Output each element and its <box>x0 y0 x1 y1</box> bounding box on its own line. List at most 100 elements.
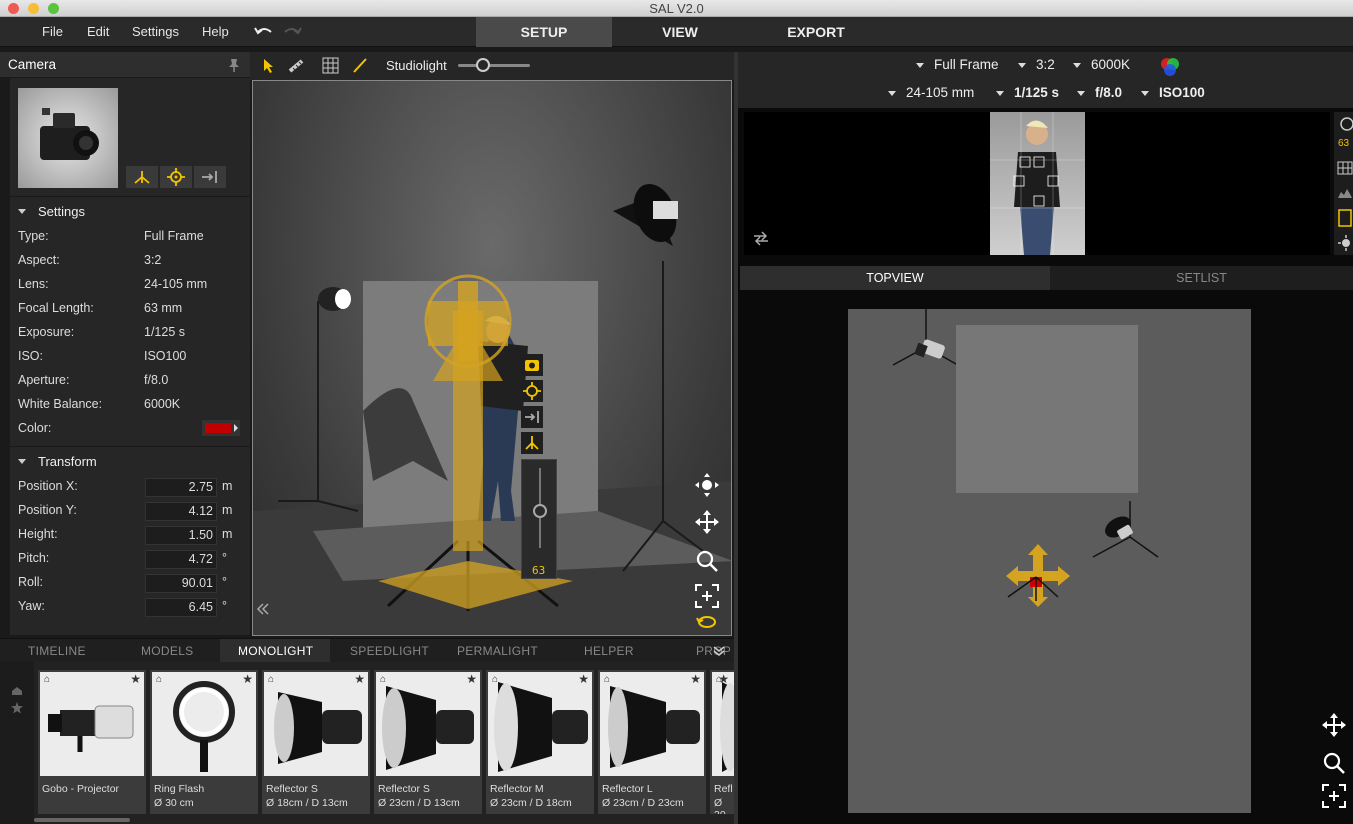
tab-speedlight[interactable]: SPEEDLIGHT <box>350 644 429 658</box>
setting-value[interactable]: 3:2 <box>144 253 161 267</box>
tab-topview[interactable]: TOPVIEW <box>740 266 1050 290</box>
topview-canvas[interactable] <box>848 309 1251 813</box>
star-icon[interactable]: ★ <box>242 672 253 686</box>
grid-overlay-icon[interactable] <box>1336 160 1353 176</box>
aspect-select[interactable]: 3:2 <box>1018 57 1055 72</box>
tab-view[interactable]: VIEW <box>612 17 748 47</box>
redo-icon[interactable] <box>282 25 302 39</box>
circle-icon[interactable] <box>1337 116 1353 132</box>
gizmo-tripod-button[interactable] <box>521 432 543 454</box>
transform-input[interactable]: 4.12 <box>145 502 217 521</box>
camera-action-2[interactable] <box>160 166 192 188</box>
transform-input[interactable]: 1.50 <box>145 526 217 545</box>
color-wheel-icon[interactable] <box>1159 56 1181 78</box>
line-tool-icon[interactable] <box>352 57 368 74</box>
menu-edit[interactable]: Edit <box>87 24 109 39</box>
menu-file[interactable]: File <box>42 24 63 39</box>
setting-value[interactable]: 24-105 mm <box>144 277 207 291</box>
gizmo-align-button[interactable] <box>521 406 543 428</box>
transform-input[interactable]: 90.01 <box>145 574 217 593</box>
histogram-icon[interactable] <box>1336 186 1353 200</box>
tab-timeline[interactable]: TIMELINE <box>28 644 86 658</box>
library-item[interactable]: ⌂ ★ Reflector L Ø 23cm / D 23cm <box>598 670 706 814</box>
tab-setlist[interactable]: SETLIST <box>1050 266 1353 290</box>
topview-pan-icon[interactable] <box>1321 712 1347 738</box>
orbit-small-icon[interactable] <box>1336 234 1353 252</box>
tab-setup[interactable]: SETUP <box>476 17 612 47</box>
grid-icon[interactable] <box>322 57 339 74</box>
transform-input[interactable]: 6.45 <box>145 598 217 617</box>
swap-icon[interactable] <box>752 230 770 246</box>
3d-viewport[interactable]: 63 <box>252 80 732 636</box>
shutter-select[interactable]: 1/125 s <box>996 85 1059 100</box>
pan-icon[interactable] <box>694 509 720 535</box>
transform-collapse-icon[interactable] <box>18 459 26 464</box>
studiolight-slider[interactable] <box>458 64 530 67</box>
star-icon[interactable]: ★ <box>354 672 365 686</box>
topview-fit-icon[interactable] <box>1321 783 1347 809</box>
undo-icon[interactable] <box>254 25 274 39</box>
setting-value[interactable]: 6000K <box>144 397 180 411</box>
pin-icon[interactable]: ⌂ <box>44 674 50 685</box>
library-item[interactable]: ⌂ ★ Reflector M Ø 23cm / D 18cm <box>486 670 594 814</box>
color-swatch-picker[interactable] <box>202 420 240 436</box>
studiolight-slider-knob[interactable] <box>476 58 491 72</box>
setting-value[interactable]: 63 mm <box>144 301 182 315</box>
orbit-icon[interactable] <box>694 472 720 498</box>
collapse-panel-icon[interactable] <box>255 601 271 617</box>
library-item[interactable]: ⌂ ★ Reflector S Ø 18cm / D 13cm <box>262 670 370 814</box>
topview-zoom-icon[interactable] <box>1321 750 1347 776</box>
star-icon[interactable]: ★ <box>130 672 141 686</box>
settings-collapse-icon[interactable] <box>18 209 26 214</box>
transform-title[interactable]: Transform <box>38 454 97 469</box>
favorite-filter-icon[interactable] <box>11 702 23 714</box>
setting-value[interactable]: ISO100 <box>144 349 186 363</box>
pin-icon[interactable]: ⌂ <box>604 674 610 685</box>
gizmo-target-button[interactable] <box>521 380 543 402</box>
camera-action-1[interactable] <box>126 166 158 188</box>
library-item[interactable]: ⌂ ★ Gobo - Projector <box>38 670 146 814</box>
library-item[interactable]: ⌂ ★ Reflector S Ø 23cm / D 13cm <box>374 670 482 814</box>
select-arrow-icon[interactable] <box>262 58 276 74</box>
home-filter-icon[interactable] <box>11 686 23 696</box>
star-icon[interactable]: ★ <box>578 672 589 686</box>
menu-settings[interactable]: Settings <box>132 24 179 39</box>
frame-icon[interactable] <box>1336 208 1353 228</box>
setting-value[interactable]: 1/125 s <box>144 325 185 339</box>
settings-title[interactable]: Settings <box>38 204 85 219</box>
panel-splitter[interactable] <box>734 52 738 824</box>
pin-icon[interactable]: ⌂ <box>380 674 386 685</box>
transform-input[interactable]: 2.75 <box>145 478 217 497</box>
camera-preview[interactable] <box>744 112 1330 255</box>
tabs-overflow-icon[interactable] <box>712 645 726 657</box>
setting-value[interactable]: Full Frame <box>144 229 204 243</box>
lens-select[interactable]: 24-105 mm <box>888 85 974 100</box>
fit-view-icon[interactable] <box>694 583 720 609</box>
library-item[interactable]: ⌂★ReflØ 30 <box>710 670 734 814</box>
pin-icon[interactable]: ⌂ <box>268 674 274 685</box>
tab-export[interactable]: EXPORT <box>748 17 884 47</box>
focal-zoom-knob[interactable] <box>533 504 547 518</box>
zoom-icon[interactable] <box>694 548 720 574</box>
star-icon[interactable]: ★ <box>690 672 701 686</box>
tab-permalight[interactable]: PERMALIGHT <box>457 644 538 658</box>
sensor-type-select[interactable]: Full Frame <box>916 57 999 72</box>
transform-input[interactable]: 4.72 <box>145 550 217 569</box>
setting-value[interactable]: f/8.0 <box>144 373 168 387</box>
star-icon[interactable]: ★ <box>466 672 477 686</box>
gizmo-camera-button[interactable] <box>521 354 543 376</box>
star-icon[interactable]: ★ <box>718 672 729 686</box>
tab-models[interactable]: MODELS <box>141 644 193 658</box>
focal-zoom-slider[interactable]: 63 <box>521 459 557 579</box>
iso-select[interactable]: ISO100 <box>1141 85 1205 100</box>
pin-icon[interactable]: ⌂ <box>156 674 162 685</box>
pin-icon[interactable]: ⌂ <box>492 674 498 685</box>
camera-action-3[interactable] <box>194 166 226 188</box>
aperture-select[interactable]: f/8.0 <box>1077 85 1122 100</box>
library-scrollbar[interactable] <box>34 818 130 822</box>
library-item[interactable]: ⌂ ★ Ring Flash Ø 30 cm <box>150 670 258 814</box>
pin-icon[interactable] <box>228 58 240 72</box>
tab-helper[interactable]: HELPER <box>584 644 634 658</box>
white-balance-select[interactable]: 6000K <box>1073 57 1130 72</box>
panel-scrollbar[interactable] <box>0 78 10 635</box>
